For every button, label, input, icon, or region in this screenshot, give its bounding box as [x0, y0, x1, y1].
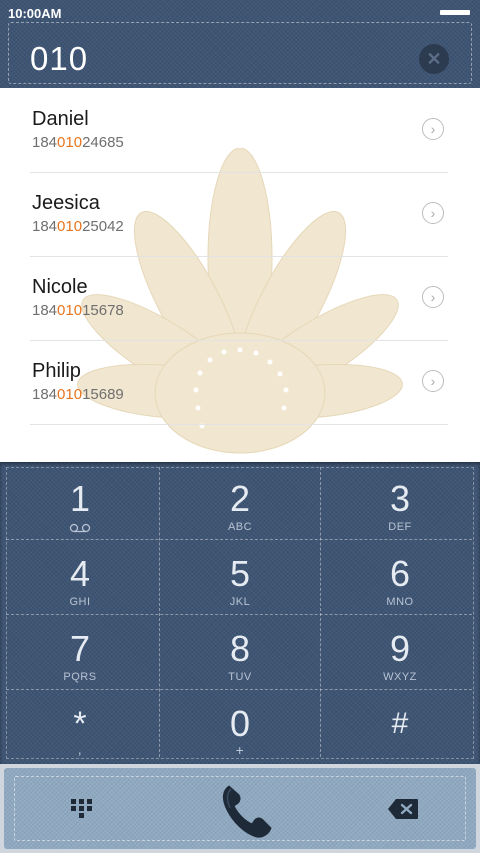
backspace-icon[interactable] [387, 798, 419, 820]
voicemail-icon [69, 523, 91, 533]
chevron-right-icon: › [430, 121, 436, 137]
key-7[interactable]: 7 PQRS [0, 616, 160, 691]
contact-results-list[interactable]: Daniel 18401024685 › Jeesica 18401025042… [0, 88, 480, 462]
dial-keypad: 1 2 ABC 3 DEF 4 GHI 5 JKL 6 MNO 7 PQRS 8… [0, 462, 480, 764]
chevron-right-icon: › [430, 289, 436, 305]
contact-name: Philip [32, 360, 81, 382]
contact-number: 18401025042 [32, 218, 124, 235]
key-8[interactable]: 8 TUV [160, 616, 320, 691]
key-4[interactable]: 4 GHI [0, 541, 160, 616]
close-icon: ✕ [426, 49, 442, 69]
key-6[interactable]: 6 MNO [320, 541, 480, 616]
chevron-right-icon: › [430, 373, 436, 389]
status-time: 10:00AM [8, 6, 62, 21]
key-3[interactable]: 3 DEF [320, 466, 480, 541]
contact-number: 18401015689 [32, 386, 124, 403]
battery-icon [440, 10, 470, 15]
contact-detail-button[interactable]: › [422, 202, 444, 224]
key-2[interactable]: 2 ABC [160, 466, 320, 541]
key-star[interactable]: * , [0, 691, 160, 766]
key-9[interactable]: 9 WXYZ [320, 616, 480, 691]
key-5[interactable]: 5 JKL [160, 541, 320, 616]
contact-detail-button[interactable]: › [422, 286, 444, 308]
dialed-number-display[interactable]: 010 [30, 40, 88, 78]
dial-action-bar [0, 764, 480, 853]
chevron-right-icon: › [430, 205, 436, 221]
contact-row[interactable]: Jeesica 18401025042 › [30, 172, 448, 257]
dialpad-grid-icon[interactable] [70, 798, 94, 822]
contact-number: 18401015678 [32, 302, 124, 319]
contact-detail-button[interactable]: › [422, 370, 444, 392]
phone-handset-icon[interactable] [219, 780, 275, 840]
action-bar-panel [4, 768, 476, 849]
contact-row[interactable]: Philip 18401015689 › [30, 340, 448, 425]
contact-row[interactable]: Daniel 18401024685 › [30, 88, 448, 173]
key-hash[interactable]: # [320, 691, 480, 766]
key-0[interactable]: 0 + [160, 691, 320, 766]
clear-button[interactable]: ✕ [419, 44, 449, 74]
contact-row[interactable]: Nicole 18401015678 › [30, 256, 448, 341]
contact-name: Daniel [32, 108, 89, 130]
contact-number: 18401024685 [32, 134, 124, 151]
contact-name: Nicole [32, 276, 88, 298]
contact-name: Jeesica [32, 192, 100, 214]
key-1[interactable]: 1 [0, 466, 160, 541]
status-bar: 10:00AM [0, 0, 480, 26]
contact-detail-button[interactable]: › [422, 118, 444, 140]
